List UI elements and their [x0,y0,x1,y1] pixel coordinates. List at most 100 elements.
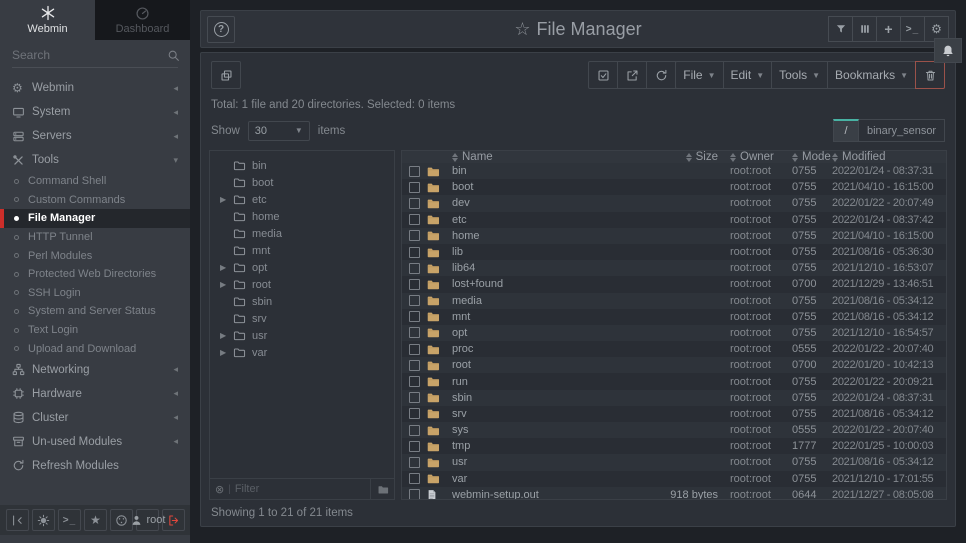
collapse-sidebar-button[interactable] [6,509,29,531]
row-checkbox[interactable] [409,214,420,225]
tree-item-boot[interactable]: boot [210,174,394,191]
sidebar-item-hardware[interactable]: Hardware ◂ [0,382,190,406]
sidebar-item-networking[interactable]: Networking ◂ [0,358,190,382]
tree-item-home[interactable]: home [210,208,394,225]
folder-filter-button[interactable] [370,479,394,499]
row-checkbox[interactable] [409,247,420,258]
table-row-proc[interactable]: proc root:root 0555 2022/01/22 - 20:07:4… [402,341,946,357]
expand-icon[interactable]: ▶ [220,263,233,272]
sidebar-item-perl-modules[interactable]: Perl Modules [0,246,190,265]
table-row-tmp[interactable]: tmp root:root 1777 2022/01/25 - 10:00:03 [402,438,946,454]
theme-light-button[interactable] [32,509,55,531]
sidebar-item-ssh-login[interactable]: SSH Login [0,284,190,303]
row-checkbox[interactable] [409,408,420,419]
column-header-mode[interactable]: Mode [792,151,832,163]
table-row-mnt[interactable]: mnt root:root 0755 2021/08/16 - 05:34:12 [402,309,946,325]
sidebar-item-refresh-modules[interactable]: Refresh Modules [0,454,190,478]
terminal-button[interactable]: >_ [58,509,81,531]
add-button[interactable]: + [876,16,901,42]
tree-item-opt[interactable]: ▶ opt [210,259,394,276]
table-row-webmin-setup-out[interactable]: webmin-setup.out 918 bytes root:root 064… [402,487,946,500]
sidebar-item-file-manager[interactable]: File Manager [0,209,190,228]
table-row-media[interactable]: media root:root 0755 2021/08/16 - 05:34:… [402,293,946,309]
help-button[interactable]: ? [207,16,235,43]
expand-icon[interactable]: ▶ [220,280,233,289]
sort-icon[interactable] [452,153,458,162]
tree-filter-input[interactable] [235,483,370,495]
tree-item-var[interactable]: ▶ var [210,344,394,361]
select-all-button[interactable] [588,61,618,89]
menu-button-tools[interactable]: Tools ▼ [771,61,828,89]
row-checkbox[interactable] [409,425,420,436]
path-root-button[interactable]: / [833,119,859,142]
clear-filter-icon[interactable]: ⊗ [215,483,224,496]
sidebar-item-un-used-modules[interactable]: Un-used Modules ◂ [0,430,190,454]
row-checkbox[interactable] [409,457,420,468]
columns-button[interactable] [852,16,877,42]
favorite-star-icon[interactable]: ☆ [514,19,530,39]
tab-webmin[interactable]: Webmin [0,0,95,40]
table-row-srv[interactable]: srv root:root 0755 2021/08/16 - 05:34:12 [402,406,946,422]
sidebar-item-webmin[interactable]: ⚙ Webmin ◂ [0,76,190,100]
column-header-name[interactable]: Name [452,151,650,163]
tree-item-sbin[interactable]: sbin [210,293,394,310]
logout-button[interactable] [162,509,185,531]
sort-icon[interactable] [792,153,798,162]
menu-button-bookmarks[interactable]: Bookmarks ▼ [827,61,916,89]
table-row-sbin[interactable]: sbin root:root 0755 2022/01/24 - 08:37:3… [402,390,946,406]
table-row-dev[interactable]: dev root:root 0755 2022/01/22 - 20:07:49 [402,195,946,211]
notifications-button[interactable] [934,38,962,63]
row-checkbox[interactable] [409,376,420,387]
row-checkbox[interactable] [409,441,420,452]
expand-icon[interactable]: ▶ [220,195,233,204]
sidebar-item-tools[interactable]: Tools ▾ [0,148,190,172]
favorites-button[interactable]: ★ [84,509,107,531]
table-row-usr[interactable]: usr root:root 0755 2021/08/16 - 05:34:12 [402,454,946,470]
path-input[interactable] [859,119,945,142]
sidebar-item-text-login[interactable]: Text Login [0,321,190,340]
table-row-boot[interactable]: boot root:root 0755 2021/04/10 - 16:15:0… [402,179,946,195]
refresh-button[interactable] [646,61,676,89]
row-checkbox[interactable] [409,392,420,403]
menu-button-edit[interactable]: Edit ▼ [723,61,773,89]
sidebar-item-custom-commands[interactable]: Custom Commands [0,191,190,210]
table-row-var[interactable]: var root:root 0755 2021/12/10 - 17:01:55 [402,471,946,487]
table-row-home[interactable]: home root:root 0755 2021/04/10 - 16:15:0… [402,228,946,244]
tab-dashboard[interactable]: Dashboard [95,0,190,40]
delete-button[interactable] [915,61,945,89]
tree-item-media[interactable]: media [210,225,394,242]
sidebar-item-system[interactable]: System ◂ [0,100,190,124]
tree-item-usr[interactable]: ▶ usr [210,327,394,344]
column-header-modified[interactable]: Modified [832,151,946,163]
table-row-lib64[interactable]: lib64 root:root 0755 2021/12/10 - 16:53:… [402,260,946,276]
row-checkbox[interactable] [409,295,420,306]
table-row-etc[interactable]: etc root:root 0755 2022/01/24 - 08:37:42 [402,212,946,228]
row-checkbox[interactable] [409,360,420,371]
column-header-size[interactable]: Size [650,151,730,163]
row-checkbox[interactable] [409,344,420,355]
filter-button[interactable] [828,16,853,42]
tree-item-etc[interactable]: ▶ etc [210,191,394,208]
row-checkbox[interactable] [409,182,420,193]
table-row-lib[interactable]: lib root:root 0755 2021/08/16 - 05:36:30 [402,244,946,260]
sort-icon[interactable] [686,153,692,162]
column-header-owner[interactable]: Owner [730,151,792,163]
sidebar-item-command-shell[interactable]: Command Shell [0,172,190,191]
tree-item-mnt[interactable]: mnt [210,242,394,259]
row-checkbox[interactable] [409,473,420,484]
tree-item-bin[interactable]: bin [210,157,394,174]
table-row-bin[interactable]: bin root:root 0755 2022/01/24 - 08:37:31 [402,163,946,179]
row-checkbox[interactable] [409,311,420,322]
row-checkbox[interactable] [409,230,420,241]
table-row-opt[interactable]: opt root:root 0755 2021/12/10 - 16:54:57 [402,325,946,341]
page-size-select[interactable]: 30 ▼ [248,121,310,141]
row-checkbox[interactable] [409,327,420,338]
user-button[interactable]: root [136,509,159,531]
sidebar-item-servers[interactable]: Servers ◂ [0,124,190,148]
expand-icon[interactable]: ▶ [220,348,233,357]
sort-icon[interactable] [832,153,838,162]
sidebar-item-http-tunnel[interactable]: HTTP Tunnel [0,228,190,247]
table-row-lost-found[interactable]: lost+found root:root 0700 2021/12/29 - 1… [402,276,946,292]
row-checkbox[interactable] [409,263,420,274]
sort-icon[interactable] [730,153,736,162]
